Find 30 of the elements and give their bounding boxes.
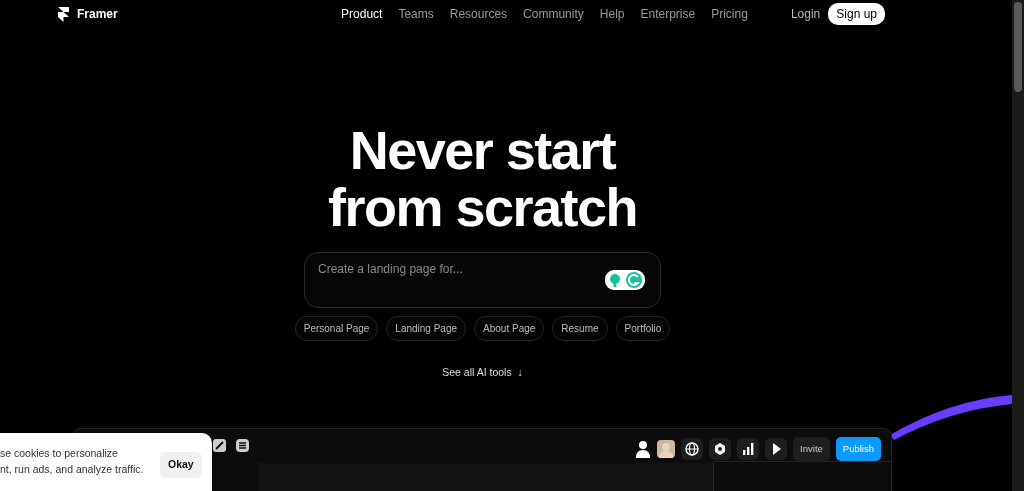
user-icon[interactable] <box>635 440 652 459</box>
database-icon[interactable] <box>236 439 249 452</box>
nav-link[interactable]: Community <box>523 5 584 23</box>
suggestion-chip[interactable]: Personal Page <box>294 316 379 341</box>
cookie-text: se cookies to personalize nt, run ads, and analyze traffic. <box>0 446 145 477</box>
scrollbar[interactable] <box>1012 0 1024 491</box>
avatar-icon[interactable] <box>657 440 676 459</box>
prompt-field[interactable]: Create a landing page for... <box>304 252 661 308</box>
nav-link[interactable]: Product <box>341 5 383 23</box>
nav-link[interactable]: Help <box>599 5 625 23</box>
nav-link[interactable]: Teams <box>398 5 434 23</box>
suggestion-chip[interactable]: About Page <box>474 316 545 341</box>
suggestion-chip[interactable]: Landing Page <box>386 316 467 341</box>
invite-button[interactable]: Invite <box>793 437 830 462</box>
logo-icon[interactable] <box>58 6 69 22</box>
brand-name: Framer <box>77 6 118 23</box>
grammar-extension-icon <box>605 270 645 290</box>
hero-title-line: from scratch <box>326 179 639 236</box>
login-link[interactable]: Login <box>790 5 821 23</box>
suggestion-chip[interactable]: Portfolio <box>615 316 671 341</box>
hero-title-line: Never start <box>348 122 617 179</box>
see-all-link[interactable]: See all AI tools ↓ <box>442 365 523 381</box>
nav-link[interactable]: Resources <box>449 5 508 23</box>
nav-link[interactable]: Pricing <box>711 5 748 23</box>
pen-icon[interactable] <box>213 439 226 452</box>
scrollbar-thumb[interactable] <box>1014 2 1022 92</box>
signup-button[interactable]: Sign up <box>828 3 885 25</box>
suggestion-chip[interactable]: Resume <box>552 316 608 341</box>
okay-button[interactable]: Okay <box>160 452 202 478</box>
nav-link[interactable]: Enterprise <box>640 5 696 23</box>
